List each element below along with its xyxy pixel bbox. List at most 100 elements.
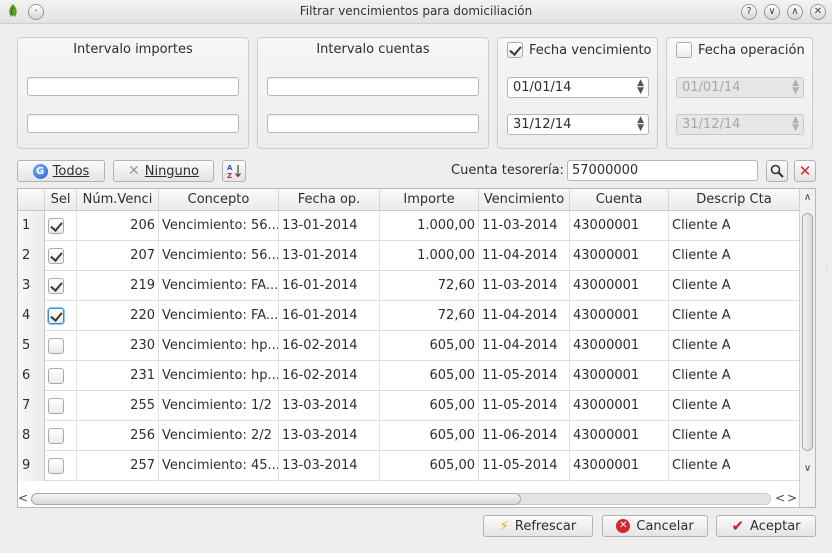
fecha-operacion-checkbox[interactable] (676, 42, 692, 58)
intervalo-importes-title: Intervalo importes (73, 42, 193, 57)
header-cuenta[interactable]: Cuenta (570, 189, 669, 211)
cell-descrip-cta: Cliente A (669, 211, 800, 241)
cuenta-hasta-input[interactable] (267, 114, 479, 133)
vencimiento-desde-date[interactable]: 01/01/14 ▲ ▼ (507, 77, 649, 98)
cell-concepto: Vencimiento: hp... (159, 331, 279, 361)
cell-importe: 605,00 (380, 391, 479, 421)
scroll-right-icon[interactable]: < (775, 491, 785, 505)
cancelar-button[interactable]: ✕ Cancelar (602, 515, 708, 537)
importe-desde-input[interactable] (27, 77, 239, 96)
table-row[interactable]: 1 206 Vencimiento: 56... 13-01-2014 1.000,00… (18, 211, 800, 241)
clear-button[interactable]: ✕ (794, 160, 816, 182)
row-number: 9 (18, 451, 45, 481)
cell-vencimiento: 11-03-2014 (479, 211, 570, 241)
scroll-right-end-icon[interactable]: > (787, 491, 797, 505)
aceptar-button[interactable]: ✔ Aceptar (716, 515, 816, 537)
operacion-desde-value: 01/01/14 (682, 80, 741, 95)
row-select-checkbox[interactable] (48, 428, 64, 444)
cell-cuenta: 43000001 (570, 241, 669, 271)
row-select-checkbox[interactable] (48, 218, 64, 234)
scroll-up-icon[interactable]: ∧ (800, 192, 815, 203)
row-number: 5 (18, 331, 45, 361)
row-select-checkbox[interactable] (48, 368, 64, 384)
vertical-scrollbar[interactable]: ∧ ∨ (799, 189, 815, 507)
operacion-hasta-value: 31/12/14 (682, 117, 741, 132)
table-row[interactable]: 8 256 Vencimiento: 2/2 13-03-2014 605,00 11-0… (18, 421, 800, 451)
table-row[interactable]: 3 219 Vencimiento: FA... 16-01-2014 72,60 11-… (18, 271, 800, 301)
row-select-checkbox[interactable] (48, 278, 64, 294)
minimize-button[interactable]: ∨ (764, 4, 780, 20)
svg-text:Z: Z (227, 172, 232, 179)
cell-importe: 72,60 (380, 271, 479, 301)
cell-concepto: Vencimiento: 56... (159, 241, 279, 271)
cell-fecha-op: 16-01-2014 (279, 271, 380, 301)
cell-cuenta: 43000001 (570, 271, 669, 301)
cuenta-desde-input[interactable] (267, 77, 479, 96)
spin-arrows-icon: ▲ ▼ (792, 115, 799, 133)
header-sel[interactable]: Sel (45, 189, 77, 211)
fecha-operacion-toggle[interactable]: Fecha operación (676, 42, 805, 58)
fecha-vencimiento-toggle[interactable]: Fecha vencimiento (507, 42, 652, 58)
table-row[interactable]: 2 207 Vencimiento: 56... 13-01-2014 1.000,00… (18, 241, 800, 271)
cell-concepto: Vencimiento: 2/2 (159, 421, 279, 451)
cell-cuenta: 43000001 (570, 361, 669, 391)
table-row[interactable]: 7 255 Vencimiento: 1/2 13-03-2014 605,00 11-0… (18, 391, 800, 421)
header-vencimiento[interactable]: Vencimiento (479, 189, 570, 211)
horizontal-scroll-thumb[interactable] (31, 493, 521, 505)
header-descrip-cta[interactable]: Descrip Cta (669, 189, 800, 211)
header-num-venci[interactable]: Núm.Venci (77, 189, 159, 211)
cell-fecha-op: 13-03-2014 (279, 451, 380, 481)
vencimiento-hasta-date[interactable]: 31/12/14 ▲ ▼ (507, 114, 649, 135)
table-row[interactable]: 5 230 Vencimiento: hp... 16-02-2014 605,00 11… (18, 331, 800, 361)
cell-importe: 1.000,00 (380, 241, 479, 271)
row-number: 8 (18, 421, 45, 451)
cell-importe: 1.000,00 (380, 211, 479, 241)
resize-grip-icon: ⋮ (823, 265, 831, 274)
vertical-scroll-thumb[interactable] (802, 213, 813, 451)
row-number: 6 (18, 361, 45, 391)
close-window-button[interactable]: ✕ (810, 4, 826, 20)
cell-concepto: Vencimiento: FA... (159, 271, 279, 301)
header-importe[interactable]: Importe (380, 189, 479, 211)
row-select-checkbox[interactable] (48, 458, 64, 474)
refresh-bolt-icon: ⚡ (499, 518, 509, 534)
intervalo-cuentas-title: Intervalo cuentas (316, 42, 430, 57)
row-select-checkbox[interactable] (48, 248, 64, 264)
checkmark-icon: ✔ (731, 517, 745, 535)
row-select-checkbox[interactable] (48, 308, 64, 324)
row-select-checkbox[interactable] (48, 338, 64, 354)
ninguno-button[interactable]: ✕ Ninguno (113, 160, 214, 182)
search-button[interactable] (766, 160, 788, 182)
maximize-button[interactable]: ∧ (787, 4, 803, 20)
help-button[interactable]: ? (741, 4, 757, 20)
scroll-down-icon[interactable]: ∨ (800, 463, 815, 474)
cell-cuenta: 43000001 (570, 331, 669, 361)
cell-vencimiento: 11-03-2014 (479, 271, 570, 301)
row-number: 1 (18, 211, 45, 241)
horizontal-scrollbar[interactable]: < < > (17, 490, 799, 508)
cell-descrip-cta: Cliente A (669, 301, 800, 331)
header-fecha-op[interactable]: Fecha op. (279, 189, 380, 211)
row-select-checkbox[interactable] (48, 398, 64, 414)
header-concepto[interactable]: Concepto (159, 189, 279, 211)
cuenta-tesoreria-input[interactable]: 57000000 (567, 160, 758, 181)
table-row[interactable]: 6 231 Vencimiento: hp... 16-02-2014 605,00 11… (18, 361, 800, 391)
table-row[interactable]: 9 257 Vencimiento: 45... 13-03-2014 605,00 11… (18, 451, 800, 481)
todos-button[interactable]: G Todos (17, 160, 105, 182)
cell-num-venci: 231 (77, 361, 159, 391)
cell-cuenta: 43000001 (570, 391, 669, 421)
svg-text:A: A (227, 164, 233, 172)
cell-importe: 605,00 (380, 361, 479, 391)
scroll-left-icon[interactable]: < (18, 491, 28, 505)
spin-arrows-icon[interactable]: ▲ ▼ (637, 116, 644, 133)
table-row[interactable]: 4 220 Vencimiento: FA... 16-01-2014 72,60 11-… (18, 301, 800, 331)
importe-hasta-input[interactable] (27, 114, 239, 133)
ninguno-label: Ninguno (144, 163, 199, 179)
refrescar-button[interactable]: ⚡ Refrescar (483, 515, 593, 537)
fecha-vencimiento-checkbox[interactable] (507, 42, 523, 58)
sort-button[interactable]: A Z (222, 160, 246, 182)
spin-arrows-icon[interactable]: ▲ ▼ (637, 79, 644, 96)
cell-num-venci: 220 (77, 301, 159, 331)
cell-concepto: Vencimiento: 1/2 (159, 391, 279, 421)
cell-fecha-op: 16-02-2014 (279, 361, 380, 391)
